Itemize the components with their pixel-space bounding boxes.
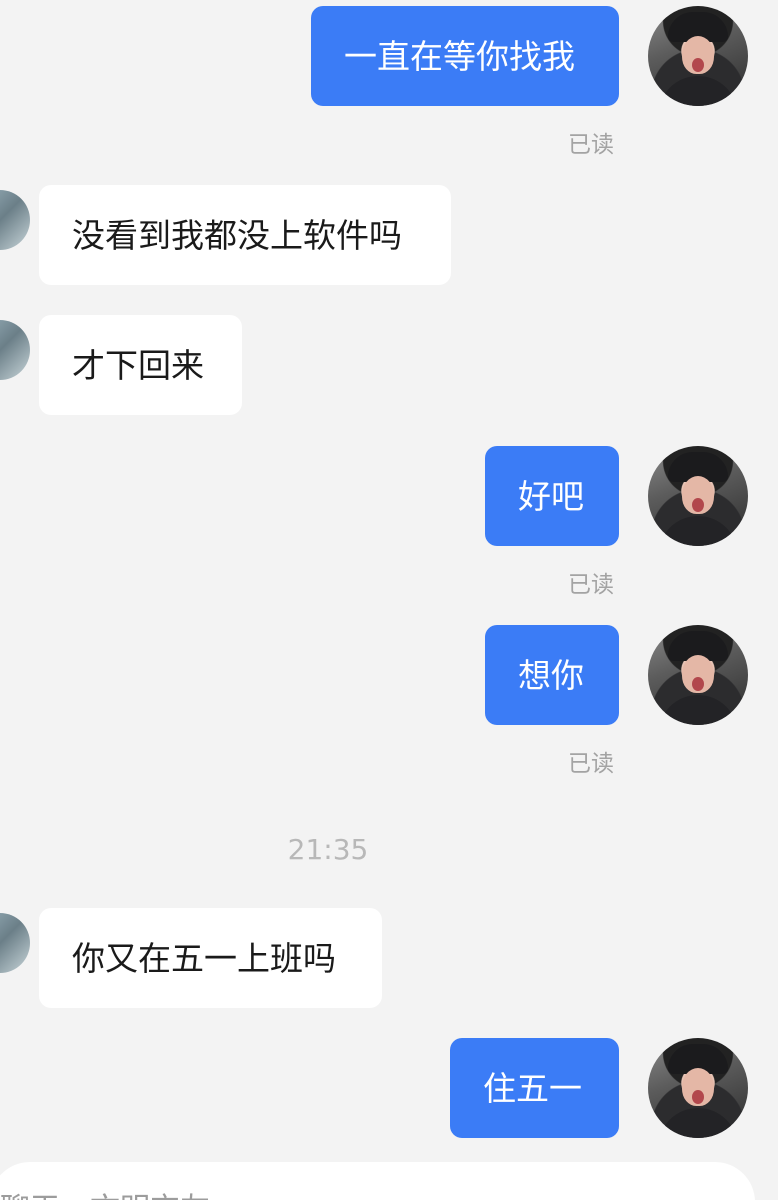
outgoing-message-bubble[interactable]: 住五一 bbox=[450, 1038, 619, 1138]
my-avatar[interactable] bbox=[648, 625, 748, 725]
message-text: 才下回来 bbox=[72, 345, 204, 385]
message-text: 没看到我都没上软件吗 bbox=[72, 215, 402, 255]
outgoing-message-bubble[interactable]: 想你 bbox=[485, 625, 619, 725]
message-text: 想你 bbox=[518, 655, 584, 695]
incoming-message-bubble[interactable]: 没看到我都没上软件吗 bbox=[39, 185, 451, 285]
contact-avatar[interactable] bbox=[0, 190, 30, 250]
my-avatar[interactable] bbox=[648, 446, 748, 546]
message-text: 住五一 bbox=[483, 1068, 582, 1108]
contact-avatar[interactable] bbox=[0, 913, 30, 973]
message-text: 好吧 bbox=[518, 476, 584, 516]
incoming-message-bubble[interactable]: 才下回来 bbox=[39, 315, 242, 415]
read-receipt: 已读 bbox=[568, 132, 614, 158]
incoming-message-bubble[interactable]: 你又在五一上班吗 bbox=[39, 908, 382, 1008]
message-text: 一直在等你找我 bbox=[344, 36, 575, 76]
input-placeholder: 聊天，文明交友 bbox=[0, 1184, 210, 1200]
read-receipt: 已读 bbox=[568, 751, 614, 777]
contact-avatar[interactable] bbox=[0, 320, 30, 380]
my-avatar[interactable] bbox=[648, 6, 748, 106]
chat-screen: 一直在等你找我 已读 没看到我都没上软件吗 才下回来 好吧 已读 想你 已读 2… bbox=[0, 0, 778, 1200]
outgoing-message-bubble[interactable]: 好吧 bbox=[485, 446, 619, 546]
time-divider: 21:35 bbox=[287, 833, 369, 866]
message-input[interactable]: 聊天，文明交友 bbox=[0, 1162, 755, 1200]
read-receipt: 已读 bbox=[568, 572, 614, 598]
outgoing-message-bubble[interactable]: 一直在等你找我 bbox=[311, 6, 619, 106]
my-avatar[interactable] bbox=[648, 1038, 748, 1138]
message-text: 你又在五一上班吗 bbox=[72, 938, 336, 978]
